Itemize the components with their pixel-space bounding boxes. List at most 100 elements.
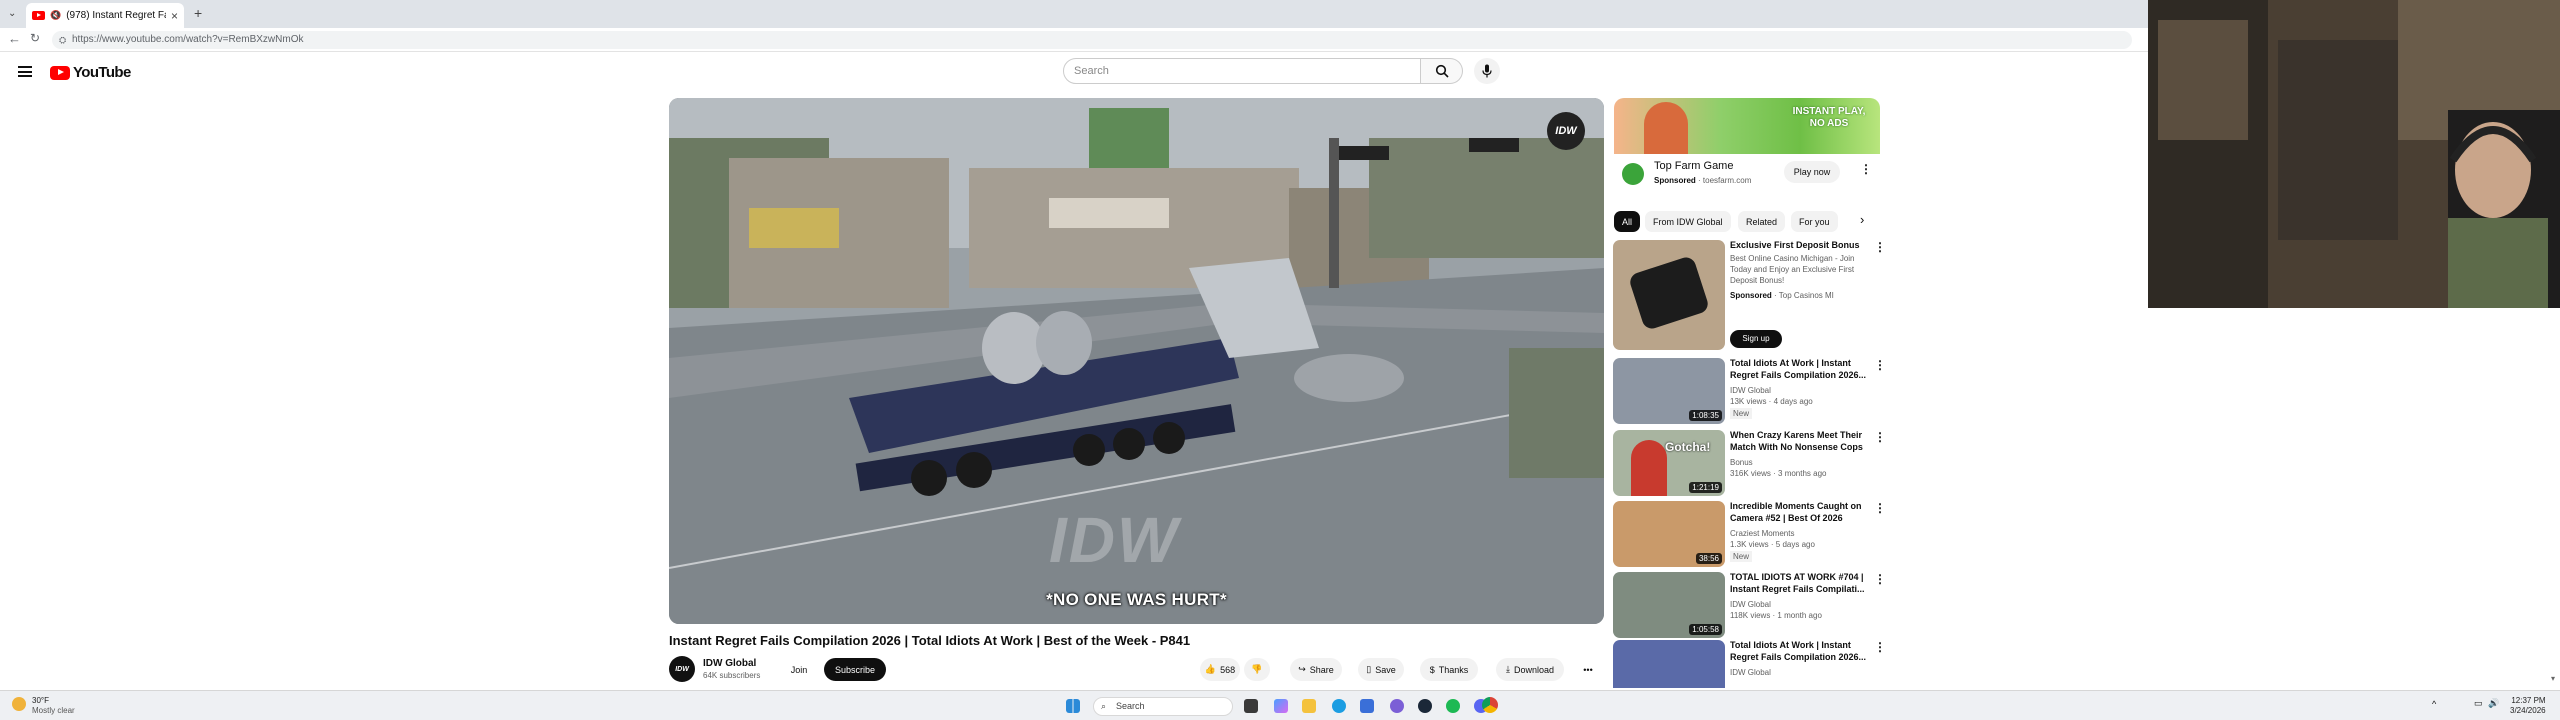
chip-related[interactable]: Related — [1738, 211, 1786, 232]
rec-item[interactable]: 38:56 Incredible Moments Caught on Camer… — [1613, 501, 1886, 567]
more-actions-button[interactable]: ••• — [1576, 658, 1600, 681]
address-bar-row: ← ↻ ⛭ https://www.youtube.com/watch?v=Re… — [0, 28, 2148, 52]
rec-duration: 1:05:58 — [1689, 624, 1722, 635]
search-button[interactable] — [1421, 58, 1463, 84]
channel-watermark-badge[interactable]: IDW — [1547, 112, 1585, 150]
network-icon[interactable]: ▭ — [2474, 698, 2483, 709]
rec-more-icon[interactable]: ⋮ — [1874, 240, 1886, 254]
taskbar-search-box[interactable]: ⌕ Search — [1093, 697, 1233, 716]
ad-info[interactable]: Top Farm Game Sponsored · toesfarm.com P… — [1614, 154, 1880, 194]
rec-item[interactable]: 1:08:35 Total Idiots At Work | Instant R… — [1613, 358, 1886, 424]
rec-channel[interactable]: Craziest Moments — [1730, 528, 1794, 539]
rec-channel[interactable]: Bonus — [1730, 457, 1753, 468]
channel-avatar[interactable]: IDW — [669, 656, 695, 682]
url-field[interactable]: ⛭ https://www.youtube.com/watch?v=RemBXz… — [52, 31, 2132, 49]
chips-next-arrow-icon[interactable]: › — [1860, 212, 1864, 227]
rec-more-icon[interactable]: ⋮ — [1874, 358, 1886, 372]
sponsored-rec-item[interactable]: Exclusive First Deposit Bonus Best Onlin… — [1613, 240, 1886, 350]
spotify-icon[interactable] — [1446, 699, 1460, 713]
browser-tab-strip: ⌄ 🔇 (978) Instant Regret Fails Co... × + — [0, 0, 2148, 28]
chrome-icon[interactable] — [1482, 697, 1498, 713]
rec-title[interactable]: Exclusive First Deposit Bonus — [1730, 240, 1870, 252]
chip-for-you[interactable]: For you — [1791, 211, 1838, 232]
rec-title[interactable]: Total Idiots At Work | Instant Regret Fa… — [1730, 358, 1870, 381]
like-button[interactable]: 👍 568 — [1200, 658, 1240, 681]
thumb-text: Gotcha! — [1665, 440, 1711, 454]
rec-channel[interactable]: IDW Global — [1730, 599, 1771, 610]
voice-search-button[interactable] — [1474, 58, 1500, 84]
scrollbar-down-arrow-icon[interactable]: ▾ — [2551, 674, 2555, 683]
youtube-logo-text: YouTube — [73, 64, 131, 81]
thanks-label: Thanks — [1438, 664, 1469, 675]
subscribe-button[interactable]: Subscribe — [824, 658, 886, 681]
chip-from-channel[interactable]: From IDW Global — [1645, 211, 1731, 232]
rec-more-icon[interactable]: ⋮ — [1874, 430, 1886, 444]
weather-widget[interactable]: 30°F Mostly clear — [12, 696, 75, 716]
ad-name: Top Farm Game — [1654, 160, 1734, 172]
chip-all[interactable]: All — [1614, 211, 1641, 232]
rec-more-icon[interactable]: ⋮ — [1874, 640, 1883, 654]
ad-banner-image[interactable]: INSTANT PLAY, NO ADS — [1614, 98, 1880, 154]
rec-more-icon[interactable]: ⋮ — [1874, 501, 1886, 515]
task-view-icon[interactable] — [1244, 699, 1258, 713]
tab-close-icon[interactable]: × — [171, 9, 178, 23]
menu-icon[interactable] — [18, 66, 32, 77]
volume-icon[interactable]: 🔊 — [2488, 698, 2499, 709]
sign-up-button[interactable]: Sign up — [1730, 330, 1782, 348]
dislike-button[interactable]: 👎 — [1244, 658, 1270, 681]
youtube-logo[interactable]: YouTube — [50, 64, 131, 81]
download-button[interactable]: ⤓ Download — [1496, 658, 1564, 681]
rec-advertiser: · Top Casinos MI — [1774, 291, 1834, 300]
channel-name[interactable]: IDW Global — [703, 658, 756, 669]
tray-overflow-icon[interactable]: ^ — [2432, 699, 2436, 709]
ad-play-now-button[interactable]: Play now — [1784, 161, 1840, 183]
rec-thumbnail[interactable]: 1:08:35 — [1613, 358, 1725, 424]
start-windows-icon[interactable] — [1066, 699, 1080, 713]
rec-new-badge: New — [1730, 408, 1753, 419]
more-actions-label: ••• — [1583, 664, 1593, 675]
tab-list-dropdown-icon[interactable]: ⌄ — [8, 8, 16, 19]
ad-more-icon[interactable]: ⋮ — [1860, 162, 1872, 176]
share-label: Share — [1309, 664, 1334, 675]
weather-temp: 30°F — [32, 696, 49, 705]
taskbar-search-icon: ⌕ — [1101, 701, 1107, 711]
rec-thumbnail[interactable]: 38:56 — [1613, 501, 1725, 567]
tab-mute-icon[interactable]: 🔇 — [50, 10, 61, 21]
rec-thumbnail[interactable] — [1613, 640, 1725, 688]
tab-title: (978) Instant Regret Fails Co... — [66, 10, 166, 21]
site-info-icon[interactable]: ⛭ — [59, 31, 66, 49]
teams-icon[interactable] — [1390, 699, 1404, 713]
rec-title[interactable]: When Crazy Karens Meet Their Match With … — [1730, 430, 1870, 453]
copilot-icon[interactable] — [1274, 699, 1288, 713]
file-explorer-icon[interactable] — [1302, 699, 1316, 713]
rec-channel[interactable]: IDW Global — [1730, 667, 1771, 678]
rec-item[interactable]: Gotcha! 1:21:19 When Crazy Karens Meet T… — [1613, 430, 1886, 496]
thanks-button[interactable]: $ Thanks — [1420, 658, 1478, 681]
steam-icon[interactable] — [1418, 699, 1432, 713]
reload-icon[interactable]: ↻ — [30, 31, 40, 45]
share-button[interactable]: ↪ Share — [1290, 658, 1342, 681]
save-button[interactable]: ▯ Save — [1358, 658, 1404, 681]
rec-channel[interactable]: IDW Global — [1730, 385, 1771, 396]
back-icon[interactable]: ← — [8, 31, 21, 46]
rec-duration: 38:56 — [1695, 553, 1722, 564]
search-input[interactable]: Search — [1063, 58, 1421, 84]
rec-thumbnail[interactable]: 1:05:58 — [1613, 572, 1725, 638]
rec-item[interactable]: 1:05:58 TOTAL IDIOTS AT WORK #704 | Inst… — [1613, 572, 1886, 638]
rec-title[interactable]: Incredible Moments Caught on Camera #52 … — [1730, 501, 1870, 524]
taskbar-clock[interactable]: 12:37 PM 3/24/2026 — [2510, 696, 2546, 716]
rec-item[interactable]: Total Idiots At Work | Instant Regret Fa… — [1613, 640, 1883, 688]
video-player[interactable]: IDW IDW *NO ONE WAS HURT* — [669, 98, 1604, 624]
new-tab-button[interactable]: + — [194, 5, 202, 21]
rec-title[interactable]: Total Idiots At Work | Instant Regret Fa… — [1730, 640, 1870, 663]
rec-more-icon[interactable]: ⋮ — [1874, 572, 1886, 586]
browser-tab-active[interactable]: 🔇 (978) Instant Regret Fails Co... × — [26, 3, 184, 28]
edge-icon[interactable] — [1332, 699, 1346, 713]
phone-graphic — [1627, 254, 1711, 332]
rec-thumbnail[interactable]: Gotcha! 1:21:19 — [1613, 430, 1725, 496]
join-button[interactable]: Join — [784, 658, 814, 681]
store-icon[interactable] — [1360, 699, 1374, 713]
weather-desc: Mostly clear — [32, 706, 75, 715]
rec-title[interactable]: TOTAL IDIOTS AT WORK #704 | Instant Regr… — [1730, 572, 1870, 595]
rec-thumbnail[interactable] — [1613, 240, 1725, 350]
